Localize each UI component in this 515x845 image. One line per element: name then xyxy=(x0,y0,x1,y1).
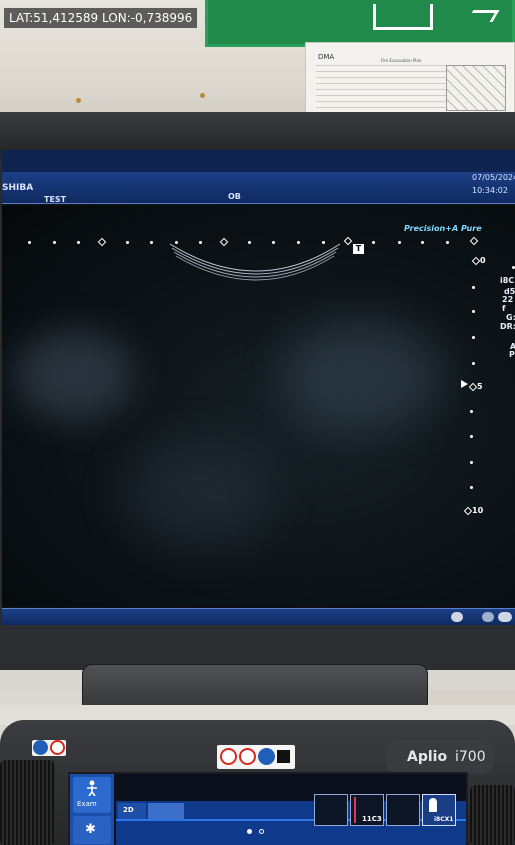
notice-title: DMA xyxy=(318,53,335,61)
probe-indicator xyxy=(354,797,356,823)
warning-label-left xyxy=(32,740,66,756)
exit-arrow-icon xyxy=(466,10,500,22)
scale-dot xyxy=(150,241,153,244)
scale-dot xyxy=(421,241,424,244)
depth-dot xyxy=(472,310,475,313)
gain-info: G: xyxy=(506,313,515,322)
notice-floor-plan xyxy=(446,65,506,111)
storage-icon xyxy=(498,612,512,622)
scale-dot xyxy=(398,241,401,244)
probe-slot-2[interactable]: 11C3 xyxy=(350,794,384,826)
tab-secondary[interactable] xyxy=(148,803,184,819)
network-icon xyxy=(451,612,463,622)
info-icon xyxy=(33,740,48,755)
device-icon xyxy=(277,750,290,763)
depth-dot xyxy=(472,286,475,289)
wall-pin xyxy=(76,98,81,103)
page-indicator[interactable] xyxy=(259,829,264,834)
gps-overlay: LAT:51,412589 LON:-0,738996 xyxy=(4,8,198,28)
probe-footprint-arc xyxy=(169,243,341,281)
depth-dot xyxy=(470,410,473,413)
manual-icon xyxy=(258,748,275,765)
depth-dot xyxy=(472,336,475,339)
evacuation-notice: DMA Fire Evacuation Plan xyxy=(305,42,515,117)
gear-icon: ✱ xyxy=(85,822,96,837)
probe-slot-1[interactable] xyxy=(314,794,348,826)
speaker-grille-right xyxy=(470,785,515,845)
screen-reflection xyxy=(122,440,272,550)
screen-reflection xyxy=(12,330,132,420)
model-name: i700 xyxy=(455,749,486,765)
screen-reflection xyxy=(282,320,442,430)
depth-dot xyxy=(472,362,475,365)
probe-slot-3[interactable] xyxy=(386,794,420,826)
tab-2d-label: 2D xyxy=(123,806,134,814)
dynamic-range-info: DR: xyxy=(500,322,515,331)
scale-dot xyxy=(446,241,449,244)
patient-name: TEST xyxy=(44,195,67,204)
probe-info: i8C xyxy=(500,276,515,285)
probe-slot-4[interactable]: i8CX1 xyxy=(422,794,456,826)
scale-dot xyxy=(126,241,129,244)
manufacturer-label: SHIBA xyxy=(2,183,34,193)
scale-dot xyxy=(372,241,375,244)
depth-label-5: 5 xyxy=(477,382,483,391)
precision-plus-label: Precision+ xyxy=(404,224,452,233)
warning-label-center xyxy=(217,745,295,769)
transducer-marker: T xyxy=(353,244,364,254)
page-indicator-active xyxy=(247,829,252,834)
depth-label-0: 0 xyxy=(480,256,486,265)
prohibition-icon xyxy=(239,748,256,765)
exam-preset: OB xyxy=(228,192,241,201)
power-info: P: xyxy=(509,350,515,359)
exam-person-icon xyxy=(87,780,97,796)
depth-dot xyxy=(470,486,473,489)
exam-date: 07/05/2024 xyxy=(472,173,515,182)
notice-text-lines xyxy=(316,65,446,111)
depth-dot xyxy=(470,461,473,464)
prohibition-icon xyxy=(50,740,65,755)
apure-label: A Pure xyxy=(452,224,482,233)
screen-header xyxy=(2,172,515,204)
probe-label: i8CX1 xyxy=(434,816,454,823)
screen-header-strip xyxy=(2,150,515,172)
brand-name: Aplio xyxy=(407,749,448,765)
ultrasound-screen: SHIBA TEST OB 07/05/2024 10:34:02 Precis… xyxy=(2,150,515,625)
speaker-grille-left xyxy=(0,760,55,845)
scale-dot xyxy=(77,241,80,244)
exit-door-pictogram xyxy=(373,4,433,30)
scale-dot xyxy=(53,241,56,244)
screen-status-bar xyxy=(2,608,515,625)
probe-icon xyxy=(429,798,437,812)
depth-label-10: 10 xyxy=(472,506,484,515)
focus-marker-icon xyxy=(461,380,468,388)
scale-dot xyxy=(28,241,31,244)
wall-pin xyxy=(200,93,205,98)
exam-button-label: Exam xyxy=(77,800,97,808)
frame-rate-info: 22 f xyxy=(502,295,514,313)
user-icon xyxy=(482,612,494,622)
depth-dot xyxy=(470,435,473,438)
no-pacemaker-icon xyxy=(220,748,237,765)
exit-sign xyxy=(205,0,515,47)
probe-label: 11C3 xyxy=(362,815,382,823)
notice-subtitle: Fire Evacuation Plan xyxy=(381,58,422,63)
exam-time: 10:34:02 xyxy=(472,186,508,195)
